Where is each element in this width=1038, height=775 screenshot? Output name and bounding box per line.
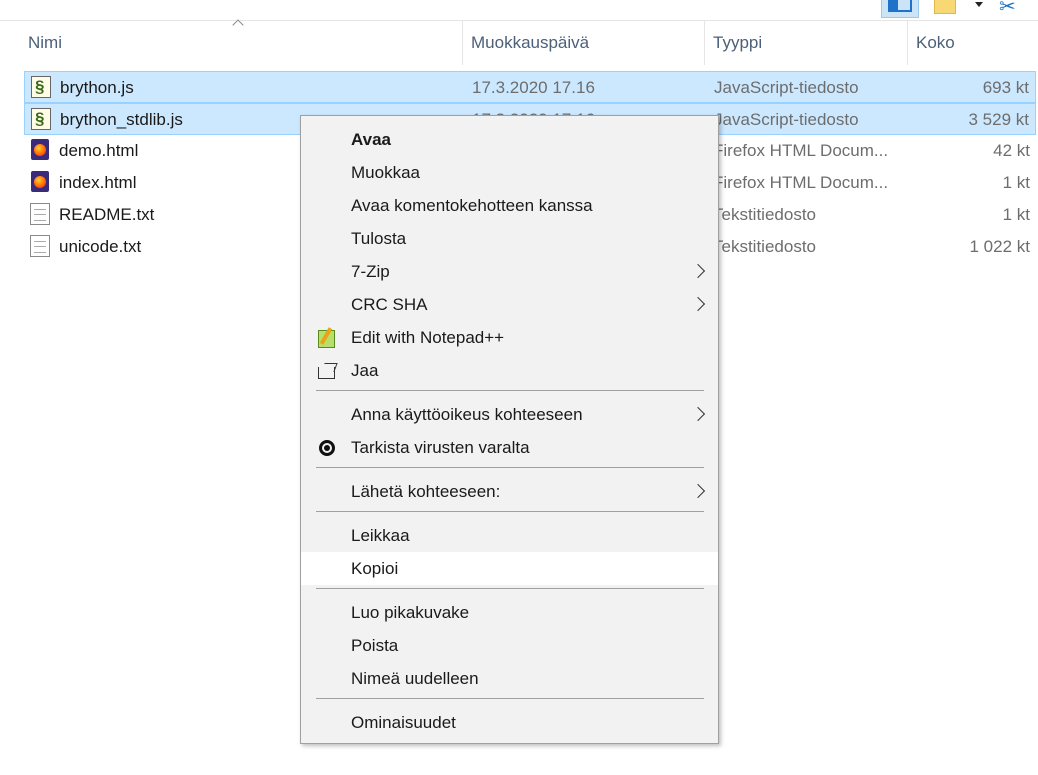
file-size: 42 kt bbox=[993, 141, 1030, 160]
menu-item-send-to[interactable]: Lähetä kohteeseen: bbox=[301, 475, 718, 508]
context-menu: Avaa Muokkaa Avaa komentokehotteen kanss… bbox=[300, 115, 719, 744]
file-size: 693 kt bbox=[982, 78, 1029, 97]
menu-item-delete[interactable]: Poista bbox=[301, 629, 718, 662]
column-name[interactable]: Nimi bbox=[20, 21, 462, 65]
share-icon bbox=[316, 360, 338, 382]
file-name: unicode.txt bbox=[59, 237, 142, 256]
menu-separator bbox=[316, 390, 704, 391]
js-file-icon bbox=[31, 76, 51, 98]
text-file-icon bbox=[30, 203, 50, 225]
menu-item-open[interactable]: Avaa bbox=[301, 123, 718, 156]
menu-item-properties[interactable]: Ominaisuudet bbox=[301, 706, 718, 739]
folder-icon bbox=[934, 0, 956, 14]
file-type: Firefox HTML Docum... bbox=[713, 141, 889, 160]
file-type: JavaScript-tiedosto bbox=[714, 78, 859, 97]
new-folder-button[interactable] bbox=[934, 0, 958, 18]
menu-item-create-shortcut[interactable]: Luo pikakuvake bbox=[301, 596, 718, 629]
file-name: index.html bbox=[59, 173, 137, 192]
menu-item-give-access[interactable]: Anna käyttöoikeus kohteeseen bbox=[301, 398, 718, 431]
menu-separator bbox=[316, 698, 704, 699]
chevron-right-icon bbox=[690, 263, 706, 279]
dropdown-arrow-icon bbox=[975, 2, 983, 7]
antivirus-icon bbox=[316, 437, 338, 459]
menu-item-open-command-prompt[interactable]: Avaa komentokehotteen kanssa bbox=[301, 189, 718, 222]
menu-item-copy[interactable]: Kopioi bbox=[301, 552, 718, 585]
file-name: brython_stdlib.js bbox=[60, 110, 183, 129]
menu-separator bbox=[316, 511, 704, 512]
file-type: Firefox HTML Docum... bbox=[713, 173, 889, 192]
file-size: 1 kt bbox=[1002, 173, 1030, 192]
column-type[interactable]: Tyyppi bbox=[704, 21, 907, 65]
text-file-icon bbox=[30, 235, 50, 257]
chevron-right-icon bbox=[690, 483, 706, 499]
file-name: brython.js bbox=[60, 78, 134, 97]
menu-item-share[interactable]: Jaa bbox=[301, 354, 718, 387]
menu-item-edit-notepad-plus-plus[interactable]: Edit with Notepad++ bbox=[301, 321, 718, 354]
details-view-button[interactable] bbox=[881, 0, 919, 18]
menu-item-crc-sha[interactable]: CRC SHA bbox=[301, 288, 718, 321]
details-view-icon bbox=[888, 0, 912, 12]
file-date: 17.3.2020 17.16 bbox=[472, 78, 595, 97]
file-type: Tekstitiedosto bbox=[713, 205, 816, 224]
notepad-plus-plus-icon bbox=[316, 327, 338, 349]
menu-separator bbox=[316, 588, 704, 589]
file-type: Tekstitiedosto bbox=[713, 237, 816, 256]
js-file-icon bbox=[31, 108, 51, 130]
menu-separator bbox=[316, 467, 704, 468]
scissors-icon[interactable]: ✂ bbox=[999, 0, 1025, 18]
file-name: README.txt bbox=[59, 205, 155, 224]
chevron-right-icon bbox=[690, 406, 706, 422]
menu-item-edit[interactable]: Muokkaa bbox=[301, 156, 718, 189]
firefox-html-icon bbox=[30, 139, 50, 161]
file-name: demo.html bbox=[59, 141, 139, 160]
chevron-right-icon bbox=[690, 296, 706, 312]
file-size: 1 022 kt bbox=[969, 237, 1031, 256]
toolbar-dropdown-button[interactable] bbox=[972, 0, 986, 18]
menu-item-cut[interactable]: Leikkaa bbox=[301, 519, 718, 552]
column-header: Nimi Muokkauspäivä Tyyppi Koko bbox=[0, 20, 1038, 65]
file-size: 1 kt bbox=[1002, 205, 1030, 224]
column-modified[interactable]: Muokkauspäivä bbox=[462, 21, 704, 65]
firefox-html-icon bbox=[30, 171, 50, 193]
menu-item-print[interactable]: Tulosta bbox=[301, 222, 718, 255]
file-type: JavaScript-tiedosto bbox=[714, 110, 859, 129]
menu-item-7zip[interactable]: 7-Zip bbox=[301, 255, 718, 288]
menu-item-scan-viruses[interactable]: Tarkista virusten varalta bbox=[301, 431, 718, 464]
column-size[interactable]: Koko bbox=[907, 21, 1038, 65]
file-row-brython-js[interactable]: brython.js 17.3.2020 17.16 JavaScript-ti… bbox=[24, 71, 1036, 103]
file-size: 3 529 kt bbox=[968, 110, 1030, 129]
menu-item-rename[interactable]: Nimeä uudelleen bbox=[301, 662, 718, 695]
